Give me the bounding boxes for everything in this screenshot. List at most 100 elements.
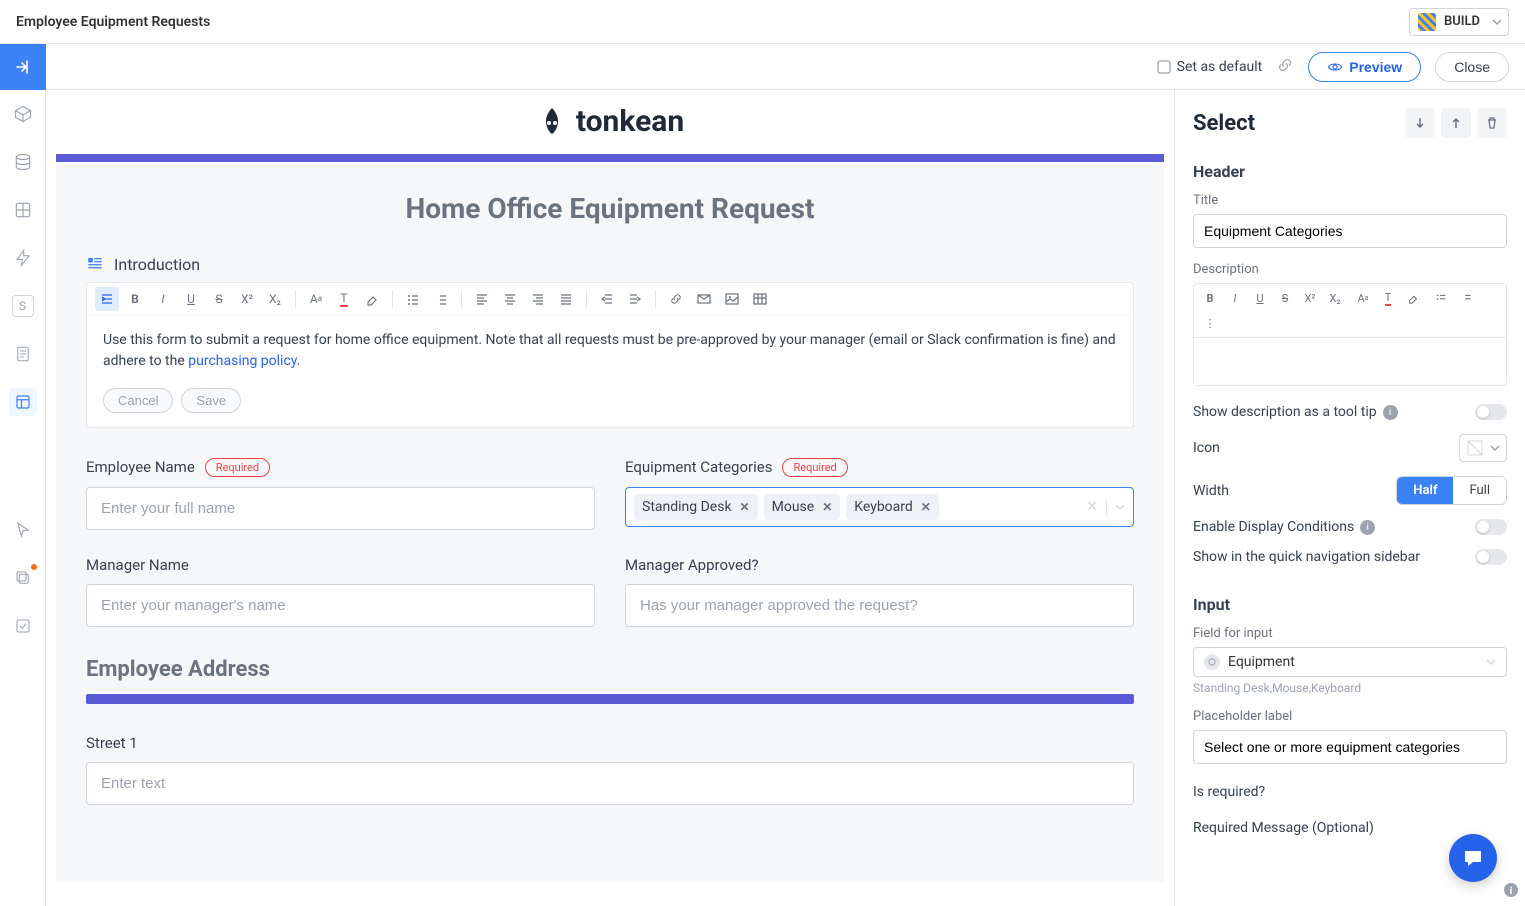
mini-ol-icon[interactable] — [1455, 287, 1477, 309]
grid-icon — [13, 200, 33, 220]
mini-eraser-icon[interactable] — [1402, 287, 1424, 309]
intro-save-button[interactable]: Save — [181, 388, 241, 413]
rail-item-grid[interactable] — [9, 196, 37, 224]
rte-ol-icon[interactable] — [429, 287, 453, 311]
width-half[interactable]: Half — [1397, 477, 1453, 504]
mini-sup-icon[interactable]: X² — [1299, 287, 1321, 309]
rail-item-form[interactable] — [9, 340, 37, 368]
rail-item-database[interactable] — [9, 148, 37, 176]
display-cond-toggle[interactable] — [1475, 519, 1507, 535]
equipment-categories-select[interactable]: Standing Desk✕ Mouse✕ Keyboard✕ ✕ — [625, 487, 1134, 527]
width-full[interactable]: Full — [1453, 477, 1506, 504]
rte-mail-icon[interactable] — [692, 287, 716, 311]
delete-button[interactable] — [1477, 108, 1507, 138]
rail-item-check[interactable] — [9, 612, 37, 640]
mini-bold-icon[interactable]: B — [1199, 287, 1221, 309]
rte-indent-icon[interactable] — [95, 287, 119, 311]
intro-text[interactable]: Use this form to submit a request for ho… — [87, 316, 1133, 386]
rte-sup-icon[interactable]: X² — [235, 287, 259, 311]
rail-item-layout[interactable] — [9, 388, 37, 416]
set-default-checkbox[interactable]: Set as default — [1157, 59, 1263, 75]
width-segment[interactable]: Half Full — [1396, 476, 1507, 505]
street1-input[interactable] — [86, 762, 1134, 805]
tooltip-toggle[interactable] — [1475, 404, 1507, 420]
rail-item-cube[interactable] — [9, 100, 37, 128]
chevron-down-icon[interactable] — [1115, 502, 1125, 512]
intro-rte: B I U S X² X₂ Aa T — [86, 282, 1134, 428]
description-input[interactable] — [1193, 338, 1507, 386]
chip-remove-icon[interactable]: ✕ — [822, 500, 832, 514]
icon-picker[interactable] — [1459, 434, 1507, 462]
info-icon[interactable]: i — [1360, 520, 1375, 535]
rte-outdent-icon[interactable] — [595, 287, 619, 311]
chip-remove-icon[interactable]: ✕ — [740, 500, 750, 514]
rte-align-left-icon[interactable] — [470, 287, 494, 311]
rte-image-icon[interactable] — [720, 287, 744, 311]
mini-fontsize-icon[interactable]: Aa — [1352, 287, 1374, 309]
rte-align-right-icon[interactable] — [526, 287, 550, 311]
rte-italic-icon[interactable]: I — [151, 287, 175, 311]
rte-ul-icon[interactable] — [401, 287, 425, 311]
intro-cancel-button[interactable]: Cancel — [103, 388, 173, 413]
rte-sub-icon[interactable]: X₂ — [263, 287, 287, 311]
clear-icon[interactable]: ✕ — [1086, 499, 1098, 515]
rte-indent2-icon[interactable] — [623, 287, 647, 311]
top-bar: Employee Equipment Requests BUILD — [0, 0, 1525, 44]
field-for-input-select[interactable]: Equipment — [1193, 647, 1507, 677]
mini-italic-icon[interactable]: I — [1224, 287, 1246, 309]
placeholder-label-input[interactable] — [1193, 730, 1507, 764]
quick-nav-toggle[interactable] — [1475, 549, 1507, 565]
employee-name-input[interactable] — [86, 487, 595, 530]
form-canvas: tonkean Home Office Equipment Request In… — [46, 90, 1175, 906]
manager-approved-input[interactable] — [625, 584, 1134, 627]
mini-underline-icon[interactable]: U — [1249, 287, 1271, 309]
rte-strike-icon[interactable]: S — [207, 287, 231, 311]
equipment-categories-label: Equipment Categories — [625, 458, 772, 476]
collapse-rail-button[interactable] — [0, 44, 46, 90]
tooltip-label: Show description as a tool tip — [1193, 404, 1377, 420]
rte-link-icon[interactable] — [664, 287, 688, 311]
move-up-button[interactable] — [1441, 108, 1471, 138]
chip-remove-icon[interactable]: ✕ — [921, 500, 931, 514]
link-icon[interactable] — [1276, 56, 1294, 78]
purchasing-policy-link[interactable]: purchasing policy — [188, 353, 296, 369]
rte-align-center-icon[interactable] — [498, 287, 522, 311]
rte-underline-icon[interactable]: U — [179, 287, 203, 311]
title-input[interactable] — [1193, 214, 1507, 248]
build-icon — [1418, 13, 1436, 31]
right-panel: Select Header Title Description B I U S … — [1175, 90, 1525, 906]
rail-item-bolt[interactable] — [9, 244, 37, 272]
rte-align-justify-icon[interactable] — [554, 287, 578, 311]
mode-selector[interactable]: BUILD — [1409, 8, 1509, 36]
mini-textcolor-icon[interactable]: T — [1377, 287, 1399, 309]
mini-ul-icon[interactable] — [1430, 287, 1452, 309]
mini-strike-icon[interactable]: S — [1274, 287, 1296, 309]
chevron-down-icon — [1492, 17, 1502, 27]
close-button[interactable]: Close — [1435, 52, 1509, 82]
preview-button[interactable]: Preview — [1308, 52, 1421, 82]
rte-bold-icon[interactable]: B — [123, 287, 147, 311]
info-corner-icon[interactable]: i — [1503, 882, 1519, 902]
mini-more-icon[interactable]: ⋮ — [1199, 312, 1221, 334]
rail-item-s[interactable]: S — [9, 292, 37, 320]
intro-section-header: Introduction — [86, 255, 1134, 274]
chat-icon — [1461, 846, 1485, 870]
rail-item-cursor[interactable] — [9, 516, 37, 544]
rail-item-copy[interactable] — [9, 564, 37, 592]
move-down-button[interactable] — [1405, 108, 1435, 138]
rte-textcolor-icon[interactable]: T — [332, 287, 356, 311]
rte-actions: Cancel Save — [87, 386, 1133, 413]
street1-label: Street 1 — [86, 734, 138, 752]
document-icon — [14, 345, 32, 363]
mini-sub-icon[interactable]: X₂ — [1324, 287, 1346, 309]
rte-eraser-icon[interactable] — [360, 287, 384, 311]
form-body: Home Office Equipment Request Introducti… — [56, 162, 1164, 882]
chat-fab[interactable] — [1449, 834, 1497, 882]
width-label: Width — [1193, 483, 1229, 499]
preview-label: Preview — [1349, 59, 1402, 75]
rte-table-icon[interactable] — [748, 287, 772, 311]
manager-name-input[interactable] — [86, 584, 595, 627]
rte-fontsize-icon[interactable]: Aa — [304, 287, 328, 311]
layout-icon — [14, 393, 32, 411]
info-icon[interactable]: i — [1383, 405, 1398, 420]
